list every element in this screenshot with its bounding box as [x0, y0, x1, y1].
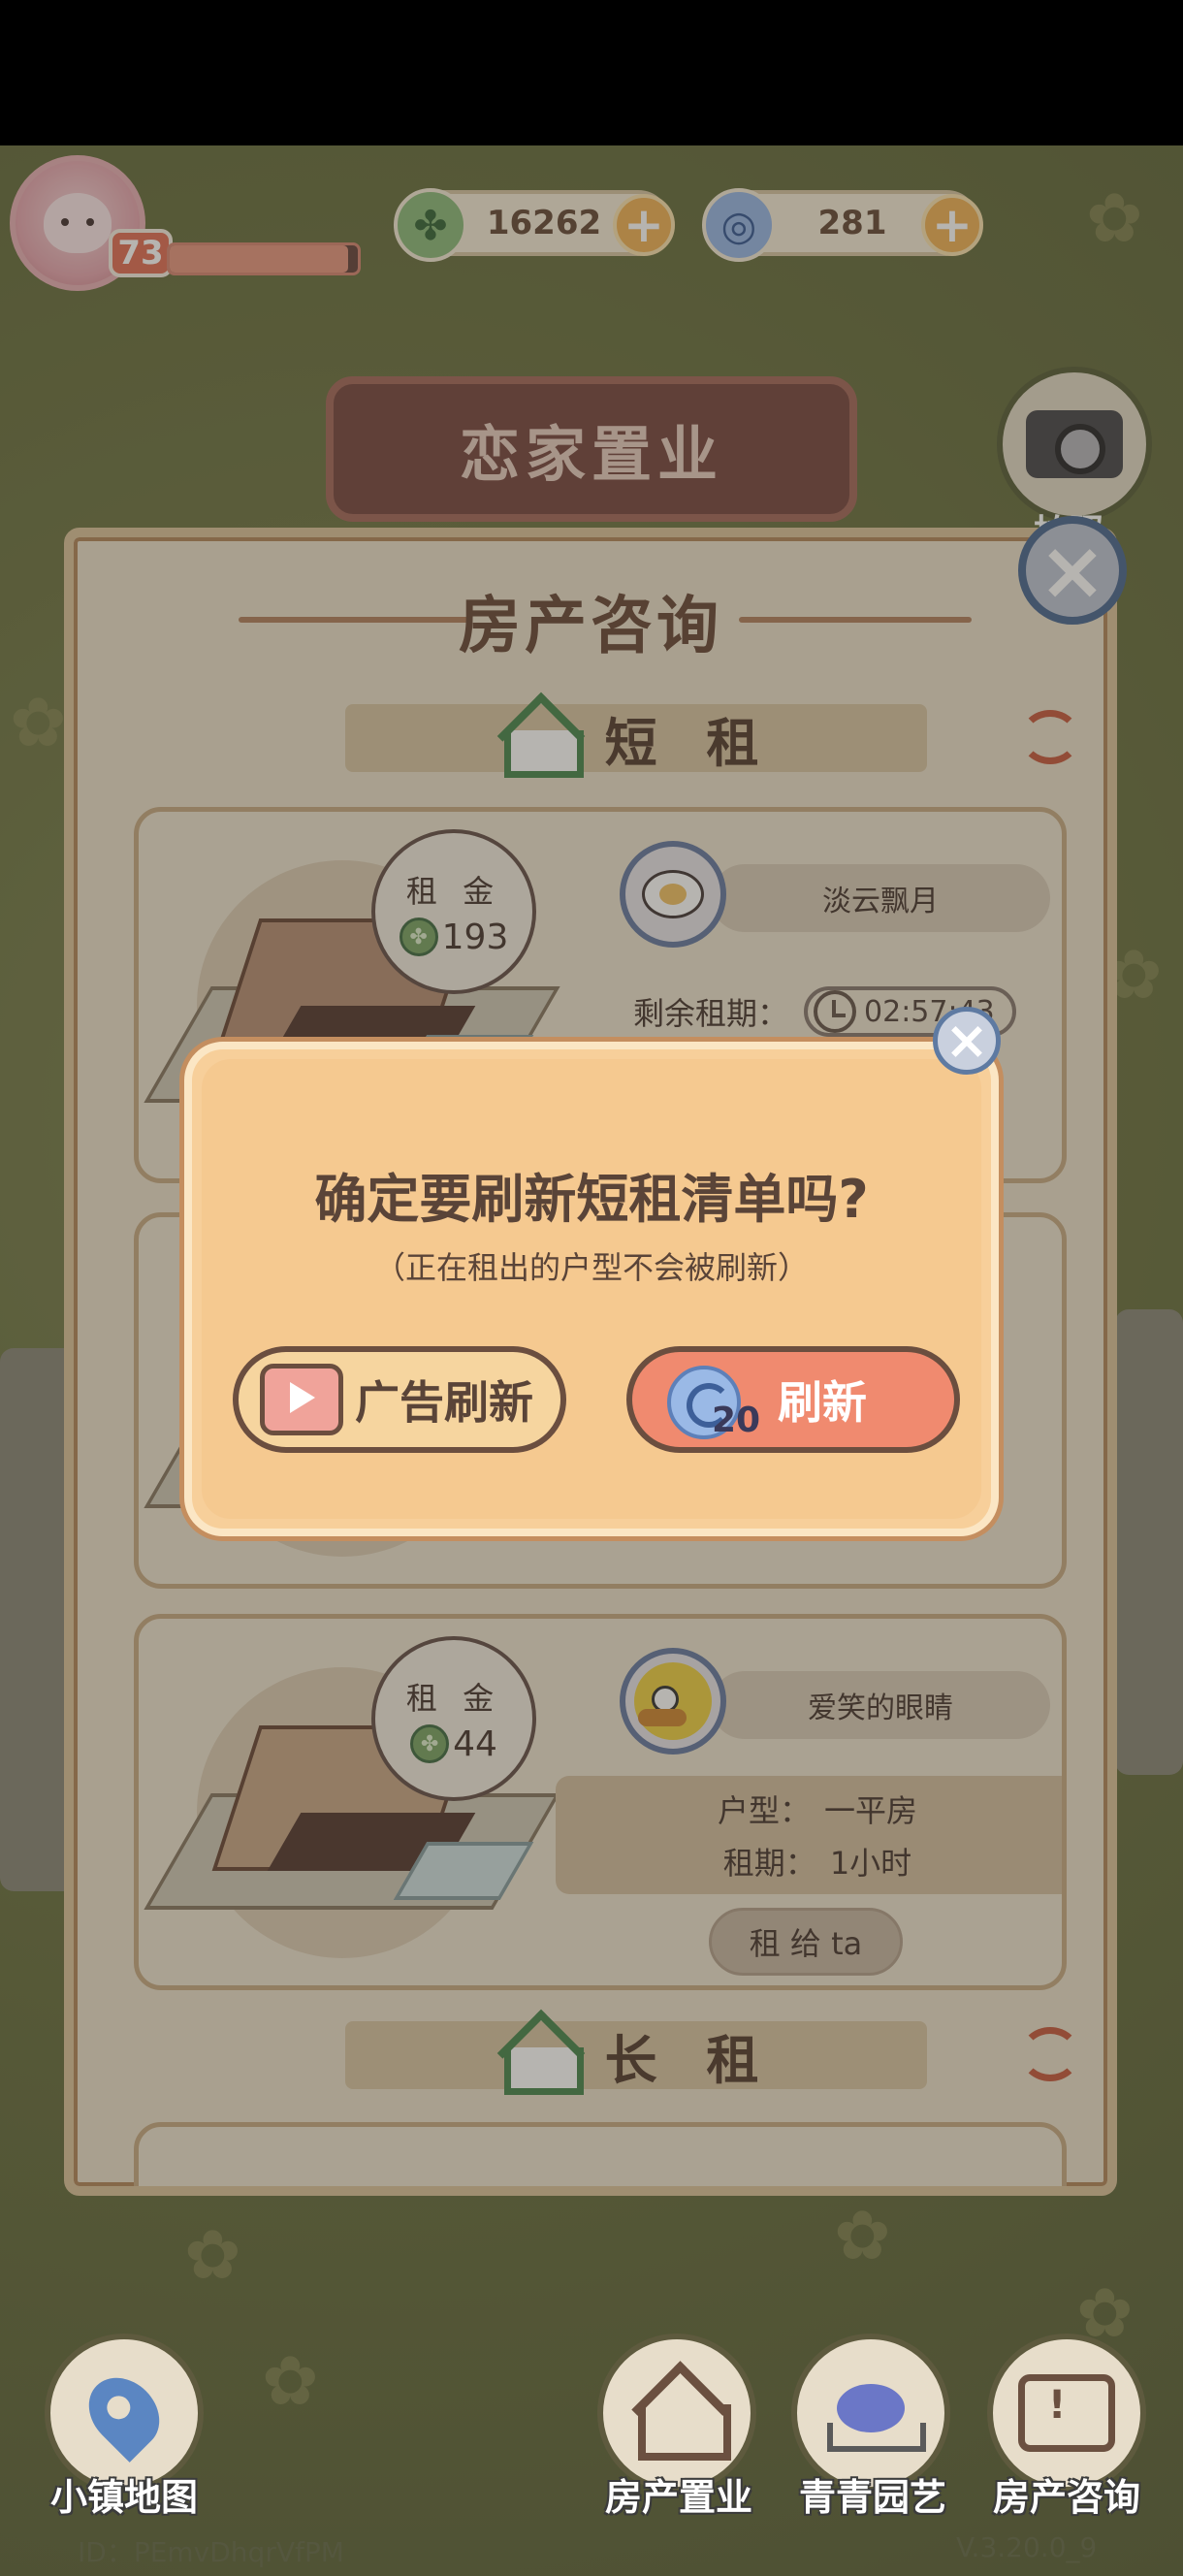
refresh-confirm-dialog: 确定要刷新短租清单吗? （正在租出的户型不会被刷新） 广告刷新 20 刷新	[184, 1042, 999, 1536]
map-pin-icon	[75, 2364, 174, 2463]
flower-cart-icon	[817, 2374, 926, 2452]
town-map-label: 小镇地图	[49, 2476, 198, 2519]
ad-refresh-label: 广告刷新	[355, 1376, 533, 1429]
tv-ad-icon	[260, 1364, 343, 1435]
house-icon	[628, 2369, 731, 2461]
ad-refresh-button[interactable]: 广告刷新	[233, 1346, 566, 1453]
dialog-subtitle: （正在租出的户型不会被刷新）	[373, 1249, 809, 1286]
dialog-title: 确定要刷新短租清单吗?	[314, 1169, 869, 1230]
garden-label: 青青园艺	[798, 2476, 946, 2519]
refresh-label: 刷新	[778, 1376, 867, 1429]
player-id: ID：PEmvDhqrVfPM	[78, 2536, 344, 2568]
consult-label: 房产咨询	[992, 2476, 1140, 2519]
property-label: 房产置业	[604, 2476, 752, 2519]
refresh-button[interactable]: 20 刷新	[626, 1346, 960, 1453]
status-bar-area	[0, 0, 1183, 145]
chat-bubble-icon	[1018, 2374, 1115, 2452]
close-dialog-button[interactable]: ×	[933, 1007, 1001, 1075]
refresh-cost: 20	[712, 1401, 761, 1440]
app-version: V.3.20.0_9	[956, 2531, 1098, 2563]
